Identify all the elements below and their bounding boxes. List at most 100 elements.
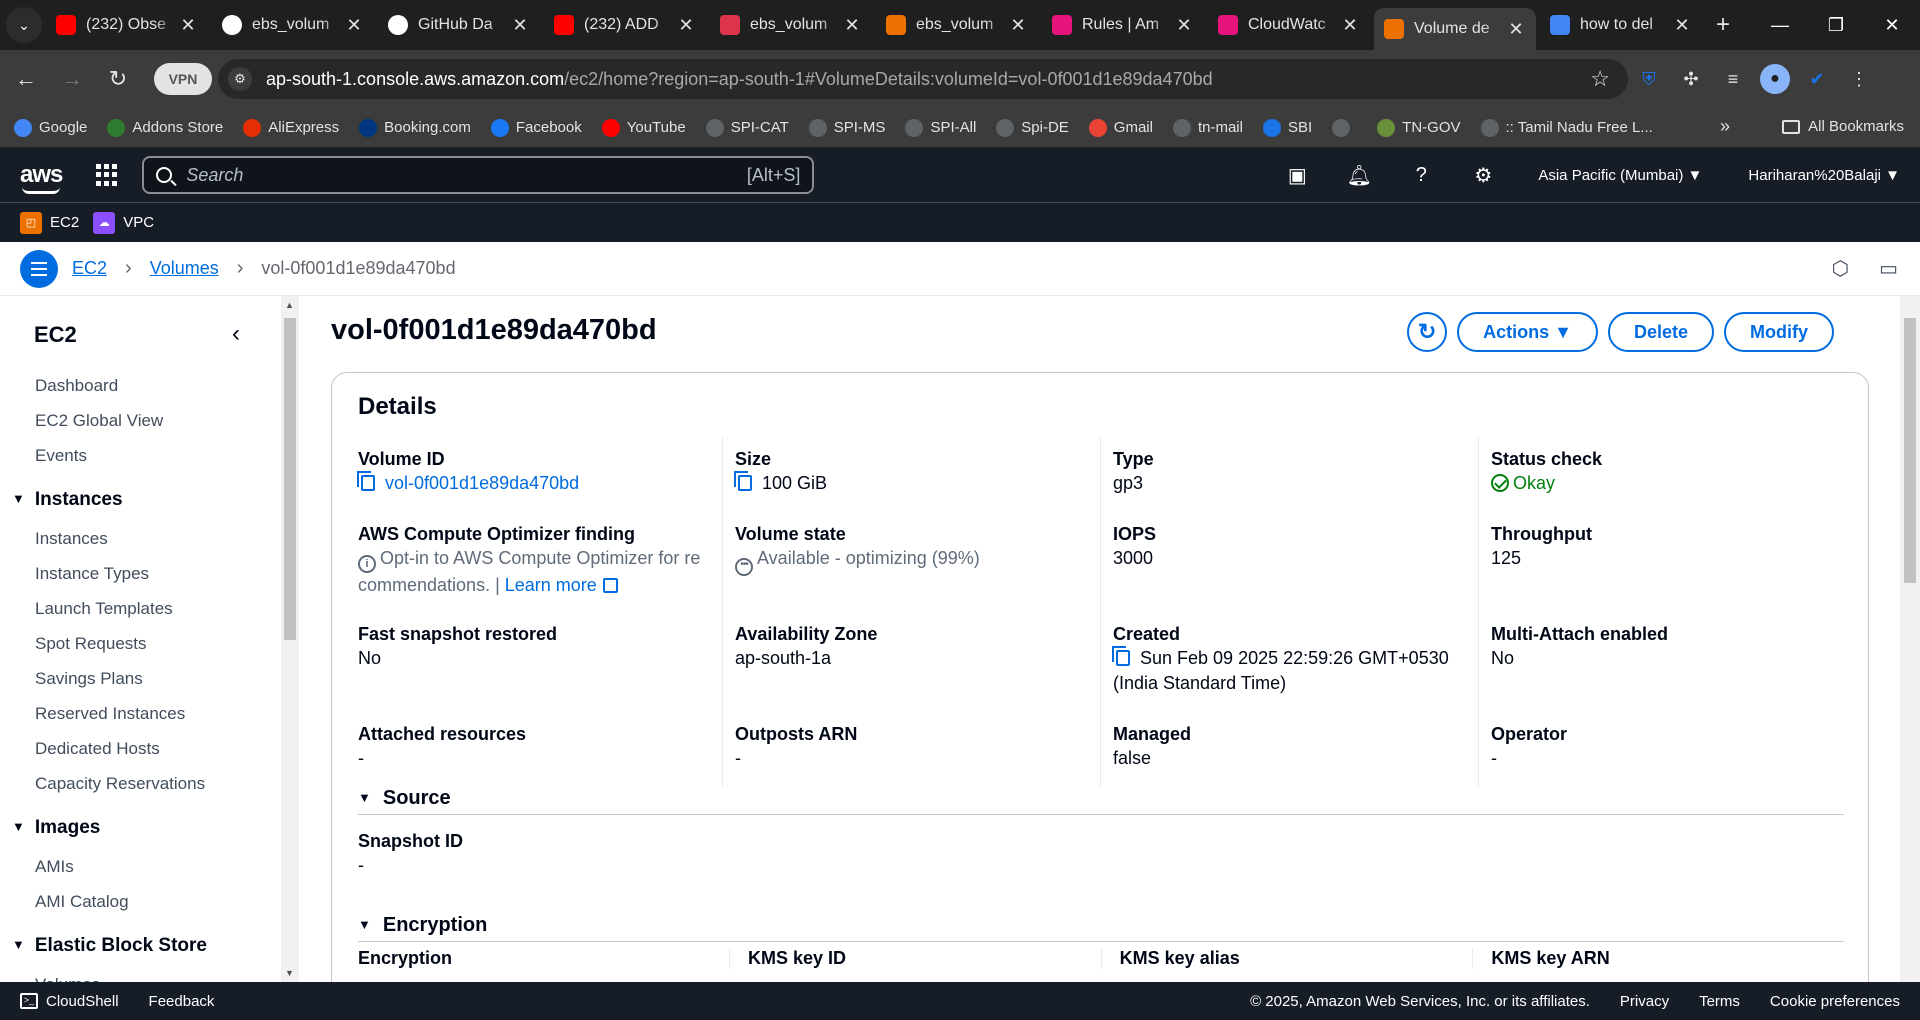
browser-tab[interactable]: ebs_volum ✕ [710,6,872,44]
terms-link[interactable]: Terms [1699,993,1740,1010]
encryption-section-toggle[interactable]: ▼ Encryption [358,910,1844,942]
bookmark-item[interactable]: Facebook [490,118,582,137]
more-bookmarks-icon[interactable]: » [1720,116,1730,137]
media-queue-icon[interactable]: ≡ [1712,59,1754,99]
bookmark-item[interactable]: YouTube [601,118,686,137]
settings-gear-icon[interactable]: ⚙ [1452,148,1514,202]
sidebar-item[interactable]: Spot Requests [0,626,270,661]
sidebar-section[interactable]: ▼ Elastic Block Store [0,923,270,967]
browser-tab[interactable]: (232) ADD ✕ [544,6,706,44]
bookmark-item[interactable]: tn-mail [1172,118,1243,137]
privacy-link[interactable]: Privacy [1620,993,1669,1010]
copy-icon[interactable] [357,471,375,491]
close-tab-icon[interactable]: ✕ [510,15,530,36]
minimize-icon[interactable]: — [1752,0,1808,50]
close-tab-icon[interactable]: ✕ [1506,19,1526,40]
side-nav-toggle-icon[interactable] [20,249,58,288]
browser-tab[interactable]: Rules | Am ✕ [1042,6,1204,44]
close-tab-icon[interactable]: ✕ [178,15,198,36]
bookmark-item[interactable]: Addons Store [107,118,223,137]
collapse-sidebar-chevron-icon[interactable]: ‹ [232,320,240,348]
back-arrow-icon[interactable]: ← [6,59,46,99]
bookmark-item[interactable]: Gmail [1088,118,1153,137]
browser-tab[interactable]: CloudWatc ✕ [1208,6,1370,44]
forward-arrow-icon[interactable]: → [52,59,92,99]
new-tab-plus-icon[interactable]: + [1716,11,1730,39]
sidebar-item[interactable]: Dedicated Hosts [0,731,270,766]
cookie-preferences-link[interactable]: Cookie preferences [1770,993,1900,1010]
browser-menu-icon[interactable]: ⋮ [1838,59,1880,99]
breadcrumb-volumes[interactable]: Volumes [150,258,219,279]
browser-tab[interactable]: ebs_volum ✕ [876,6,1038,44]
restore-icon[interactable]: ❐ [1808,0,1864,50]
aws-search-input[interactable]: Search [Alt+S] [142,156,815,194]
volume-id-value[interactable]: vol-0f001d1e89da470bd [385,473,579,493]
close-tab-icon[interactable]: ✕ [1672,15,1692,36]
bookmark-item[interactable]: SPI-CAT [705,118,789,137]
bookmark-item[interactable]: AliExpress [243,118,339,137]
browser-tab[interactable]: GitHub Da ✕ [378,6,540,44]
breadcrumb-ec2[interactable]: EC2 [72,258,107,279]
cloudshell-icon[interactable]: ▣ [1266,148,1328,202]
reload-icon[interactable]: ↻ [98,59,138,99]
copy-icon[interactable] [1112,646,1130,666]
bookmark-item[interactable]: TN-GOV [1377,118,1461,137]
external-link-icon[interactable] [602,578,618,593]
profile-avatar-icon[interactable]: ● [1760,64,1790,94]
tab-search-chevron-icon[interactable]: ⌄ [6,7,42,43]
notifications-bell-icon[interactable]: 🔔︎ [1328,148,1390,202]
all-bookmarks-button[interactable]: All Bookmarks [1782,118,1904,135]
sidebar-section[interactable]: ▼ Instances [0,477,270,521]
bookmark-item[interactable]: Spi-DE [996,118,1069,137]
browser-tab[interactable]: how to del ✕ [1540,6,1702,44]
aws-logo[interactable]: aws [20,161,63,194]
close-tab-icon[interactable]: ✕ [676,15,696,36]
browser-tab[interactable]: Volume de ✕ [1374,8,1536,50]
sidebar-item[interactable]: Dashboard [0,368,270,403]
browser-tab[interactable]: (232) Obse ✕ [46,6,208,44]
bookmark-item[interactable] [1332,118,1357,137]
bookmark-item[interactable]: Booking.com [359,118,471,137]
bookmark-item[interactable]: :: Tamil Nadu Free L... [1480,118,1653,137]
services-grid-icon[interactable] [96,164,118,186]
sidebar-scrollbar[interactable]: ▲ ▼ [281,296,299,982]
copy-icon[interactable] [734,471,752,491]
account-menu[interactable]: Hariharan%20Balaji ▼ [1748,167,1900,184]
feedback-link[interactable]: Feedback [149,993,215,1010]
close-tab-icon[interactable]: ✕ [1340,15,1360,36]
site-settings-icon[interactable]: ⚙ [228,67,252,91]
sidebar-item[interactable]: Savings Plans [0,661,270,696]
main-scrollbar[interactable] [1900,296,1920,982]
close-tab-icon[interactable]: ✕ [842,15,862,36]
bookmark-item[interactable]: SBI [1262,118,1312,137]
cloudshell-button[interactable]: >_ CloudShell [20,993,119,1010]
sidebar-item[interactable]: AMIs [0,849,270,884]
refresh-button[interactable]: ↻ [1407,312,1448,352]
close-window-icon[interactable]: ✕ [1864,0,1920,50]
sidebar-item[interactable]: EC2 Global View [0,403,270,438]
help-icon[interactable]: ? [1390,148,1452,202]
favorite-vpc[interactable]: ☁ VPC [93,211,154,234]
learn-more-link[interactable]: Learn more [505,575,597,595]
preferences-display-icon[interactable]: ▭ [1879,256,1898,281]
favorite-ec2[interactable]: ◰ EC2 [20,211,79,234]
info-panel-hexagon-icon[interactable]: ⬡ [1832,256,1849,281]
sidebar-item[interactable]: Launch Templates [0,591,270,626]
sidebar-item[interactable]: Capacity Reservations [0,766,270,801]
delete-button[interactable]: Delete [1607,312,1714,352]
bookmark-item[interactable]: SPI-MS [808,118,885,137]
bookmark-item[interactable]: Google [14,118,87,137]
region-selector[interactable]: Asia Pacific (Mumbai) ▼ [1538,167,1702,184]
main-scroll-thumb[interactable] [1904,318,1916,583]
vpn-shield-extension-icon[interactable]: ⛨ [1628,59,1670,99]
vpn-badge[interactable]: VPN [154,63,212,95]
sidebar-item[interactable]: Events [0,438,270,473]
source-section-toggle[interactable]: ▼ Source [358,783,1844,815]
modify-button[interactable]: Modify [1724,312,1834,352]
address-bar[interactable]: ⚙ ap-south-1.console.aws.amazon.com/ec2/… [218,59,1628,99]
scroll-down-icon[interactable]: ▼ [285,968,294,978]
sidebar-item[interactable]: Instances [0,521,270,556]
sidebar-item[interactable]: Reserved Instances [0,696,270,731]
sidebar-scroll-thumb[interactable] [284,318,296,640]
close-tab-icon[interactable]: ✕ [344,15,364,36]
